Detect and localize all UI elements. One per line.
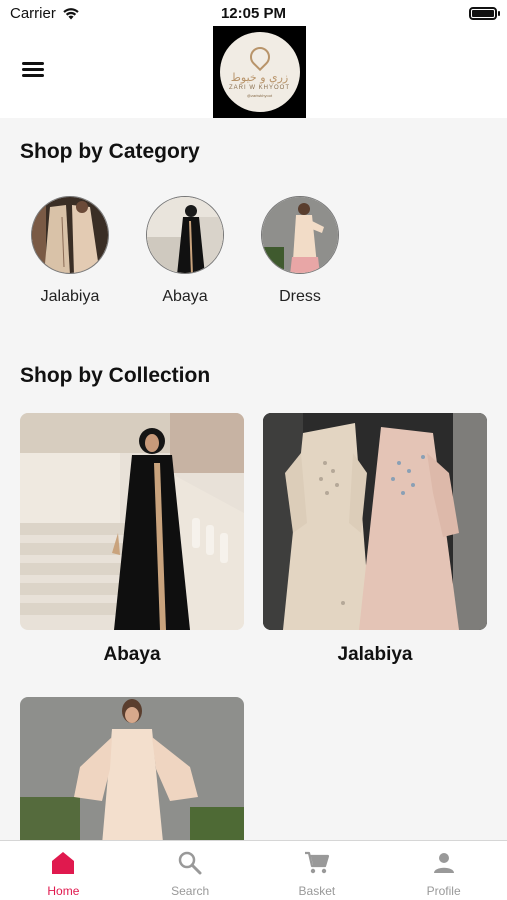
tab-basket[interactable]: Basket: [254, 841, 381, 900]
battery-icon: [469, 7, 500, 20]
logo-mark-icon: [245, 42, 274, 71]
category-jalabiya-label: Jalabiya: [40, 288, 100, 305]
hamburger-menu-button[interactable]: [22, 59, 48, 81]
person-icon: [432, 850, 456, 876]
tab-basket-label: Basket: [298, 884, 336, 898]
category-dress[interactable]: Dress: [245, 196, 355, 306]
tab-search[interactable]: Search: [127, 841, 254, 900]
collection-section-title: Shop by Collection: [20, 364, 211, 387]
app-header: زري و خيوط ZARI W KHYOOT @zariwkhyoot: [0, 26, 507, 118]
collection-abaya-label: Abaya: [103, 644, 161, 665]
logo-arabic-text: زري و خيوط: [230, 70, 289, 84]
collection-jalabiya-image: [263, 413, 487, 630]
logo-latin-text: ZARI W KHYOOT: [229, 84, 290, 91]
collection-abaya-image: [20, 413, 244, 630]
tab-home[interactable]: Home: [0, 841, 127, 900]
main-content[interactable]: Shop by Category Jalabiya Abaya Dress Sh…: [0, 118, 507, 840]
status-bar: Carrier 12:05 PM: [0, 0, 507, 26]
tab-home-label: Home: [47, 884, 80, 898]
cart-icon: [304, 850, 330, 876]
category-jalabiya-image: [31, 196, 109, 274]
collection-jalabiya-label: Jalabiya: [337, 644, 413, 665]
collection-jalabiya[interactable]: Jalabiya: [263, 413, 487, 666]
tab-search-label: Search: [171, 884, 210, 898]
logo-handle-text: @zariwkhyoot: [246, 92, 273, 98]
category-abaya[interactable]: Abaya: [130, 196, 240, 306]
collection-dress[interactable]: [20, 697, 244, 840]
menu-bar-icon: [22, 68, 44, 71]
brand-logo[interactable]: زري و خيوط ZARI W KHYOOT @zariwkhyoot: [213, 26, 306, 118]
status-time: 12:05 PM: [220, 5, 287, 22]
collection-dress-image: [20, 697, 244, 840]
bottom-tab-bar: Home Search Basket Profile: [0, 840, 507, 900]
category-dress-label: Dress: [279, 288, 321, 305]
logo-badge: زري و خيوط ZARI W KHYOOT @zariwkhyoot: [219, 32, 300, 112]
category-abaya-image: [146, 196, 224, 274]
category-dress-image: [261, 196, 339, 274]
tab-profile-label: Profile: [426, 884, 461, 898]
tab-profile[interactable]: Profile: [380, 841, 507, 900]
category-section-title: Shop by Category: [20, 140, 200, 163]
search-icon: [178, 850, 202, 876]
category-abaya-label: Abaya: [162, 288, 208, 305]
menu-bar-icon: [22, 74, 44, 77]
category-jalabiya[interactable]: Jalabiya: [15, 196, 125, 306]
menu-bar-icon: [22, 62, 44, 65]
home-icon: [50, 850, 76, 876]
collection-abaya[interactable]: Abaya: [20, 413, 244, 666]
